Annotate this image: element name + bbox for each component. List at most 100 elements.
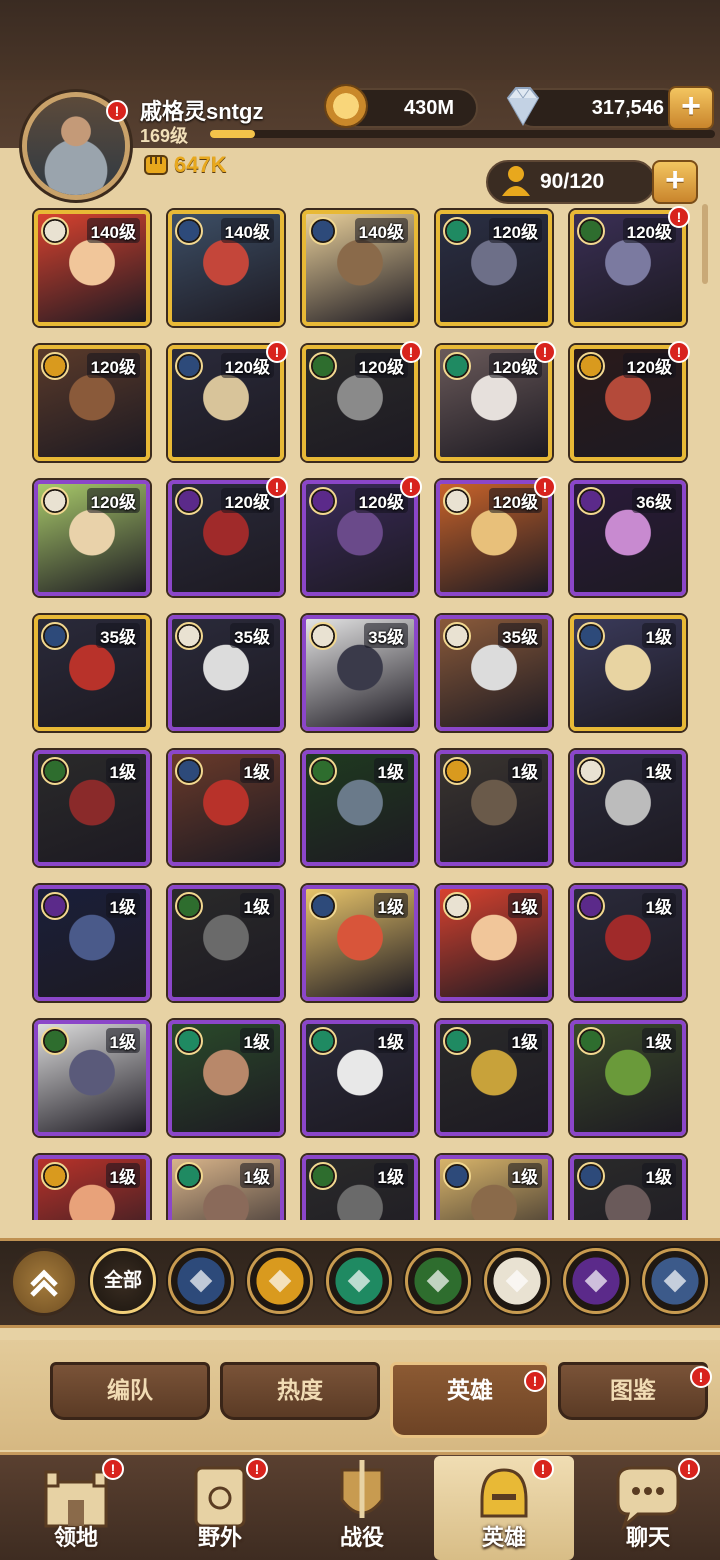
hero-card[interactable]: 1级 [302, 885, 418, 1001]
hero-card[interactable]: 1级 [436, 1155, 552, 1220]
filter-mauler[interactable] [247, 1248, 313, 1314]
hero-card[interactable]: 120级 [436, 210, 552, 326]
fist-icon [144, 155, 168, 175]
filter-wilder[interactable] [326, 1248, 392, 1314]
hero-card[interactable]: 1级 [570, 885, 686, 1001]
hero-card[interactable]: 1级 [436, 885, 552, 1001]
wilder-faction-icon [309, 1027, 337, 1055]
hero-level: 1级 [641, 1028, 676, 1053]
hero-level: 1级 [641, 623, 676, 648]
avatar-alert-icon: ! [106, 100, 128, 122]
hero-card[interactable]: 120级 [302, 345, 418, 461]
filter-dimensional[interactable] [642, 1248, 708, 1314]
hero-card[interactable]: 35级 [168, 615, 284, 731]
hero-alert-icon: ! [266, 476, 288, 498]
hero-card[interactable]: 140级 [302, 210, 418, 326]
mauler-faction-icon [41, 1162, 69, 1190]
hero-level: 1级 [507, 893, 542, 918]
hero-card[interactable]: 120级 [570, 210, 686, 326]
tab-heroes-alert-icon: ! [524, 1370, 546, 1392]
hero-card[interactable]: 1级 [168, 1155, 284, 1220]
hero-card[interactable]: 1级 [302, 1155, 418, 1220]
hero-card[interactable]: 1级 [168, 1020, 284, 1136]
nav-heroes-alert-icon: ! [532, 1458, 554, 1480]
hero-card[interactable]: 35级 [436, 615, 552, 731]
lightbearer-faction-icon [175, 217, 203, 245]
hero-card[interactable]: 120级 [34, 480, 150, 596]
hero-card[interactable]: 1级 [168, 885, 284, 1001]
nav-territory[interactable]: 领地 [6, 1456, 146, 1560]
filter-hypogean[interactable] [563, 1248, 629, 1314]
hypogean-faction-icon [577, 892, 605, 920]
hero-card[interactable]: 140级 [34, 210, 150, 326]
hero-card[interactable]: 1级 [34, 1020, 150, 1136]
hero-level: 1级 [641, 1163, 676, 1188]
hero-level: 120级 [488, 218, 542, 243]
add-diamonds-button[interactable]: + [668, 86, 714, 130]
hero-card[interactable]: 1级 [570, 1155, 686, 1220]
tab-formation[interactable]: 编队 [50, 1362, 210, 1420]
lightbearer-faction-icon [577, 1162, 605, 1190]
hero-alert-icon: ! [400, 341, 422, 363]
hero-card[interactable]: 120级 [168, 345, 284, 461]
hero-level: 140级 [86, 218, 140, 243]
hypogean-faction-icon [175, 487, 203, 515]
tab-collection-alert-icon: ! [690, 1366, 712, 1388]
filter-lightbearer[interactable] [168, 1248, 234, 1314]
hero-card[interactable]: 120级 [570, 345, 686, 461]
tab-popularity[interactable]: 热度 [220, 1362, 380, 1420]
lightbearer-faction-icon [175, 757, 203, 785]
hero-level: 120级 [622, 353, 676, 378]
filter-all[interactable]: 全部 [90, 1248, 156, 1314]
hero-card[interactable]: 140级 [168, 210, 284, 326]
tab-collection[interactable]: 图鉴 [558, 1362, 708, 1420]
xp-bar [210, 130, 715, 138]
hero-alert-icon: ! [668, 341, 690, 363]
hero-card[interactable]: 120级 [168, 480, 284, 596]
hero-card[interactable]: 120级 [436, 345, 552, 461]
hero-level: 1级 [373, 758, 408, 783]
hero-card[interactable]: 120级 [34, 345, 150, 461]
hero-level: 1级 [641, 758, 676, 783]
hero-card[interactable]: 1级 [570, 1020, 686, 1136]
hero-level: 120级 [220, 353, 274, 378]
hero-level: 1级 [239, 758, 274, 783]
nav-territory-alert-icon: ! [102, 1458, 124, 1480]
hero-card[interactable]: 120级 [302, 480, 418, 596]
mauler-faction-icon [41, 352, 69, 380]
hero-card[interactable]: 1级 [302, 750, 418, 866]
filter-celestial[interactable] [484, 1248, 550, 1314]
grid-scrollbar[interactable] [702, 204, 708, 284]
collapse-button[interactable] [10, 1248, 78, 1316]
filter-graveborn[interactable] [405, 1248, 471, 1314]
hero-card[interactable]: 36级 [570, 480, 686, 596]
celestial-faction-icon [577, 757, 605, 785]
hero-alert-icon: ! [534, 476, 556, 498]
hero-card[interactable]: 35级 [302, 615, 418, 731]
nav-campaign-label: 战役 [339, 1525, 384, 1550]
hero-card[interactable]: 1级 [302, 1020, 418, 1136]
hero-card[interactable]: 1级 [570, 750, 686, 866]
hero-card[interactable]: 1级 [436, 1020, 552, 1136]
diamond-value: 317,546 [591, 97, 664, 119]
hero-card[interactable]: 1级 [34, 1155, 150, 1220]
hero-card[interactable]: 1级 [436, 750, 552, 866]
hero-card[interactable]: 120级 [436, 480, 552, 596]
hero-level: 120级 [86, 488, 140, 513]
hero-level: 1级 [507, 758, 542, 783]
hero-level: 1级 [507, 1028, 542, 1053]
hero-card[interactable]: 1级 [168, 750, 284, 866]
graveborn-faction-icon [175, 892, 203, 920]
graveborn-faction-icon [41, 1027, 69, 1055]
hero-card[interactable]: 1级 [34, 750, 150, 866]
hero-card[interactable]: 35级 [34, 615, 150, 731]
celestial-faction-icon [443, 892, 471, 920]
hero-card[interactable]: 1级 [570, 615, 686, 731]
expand-capacity-button[interactable]: + [652, 160, 698, 204]
graveborn-faction-icon [309, 757, 337, 785]
nav-wilds[interactable]: 野外 [150, 1456, 290, 1560]
nav-campaign[interactable]: 战役 [292, 1456, 432, 1560]
lightbearer-faction-icon [443, 1162, 471, 1190]
hero-card[interactable]: 1级 [34, 885, 150, 1001]
mauler-faction-icon [577, 352, 605, 380]
